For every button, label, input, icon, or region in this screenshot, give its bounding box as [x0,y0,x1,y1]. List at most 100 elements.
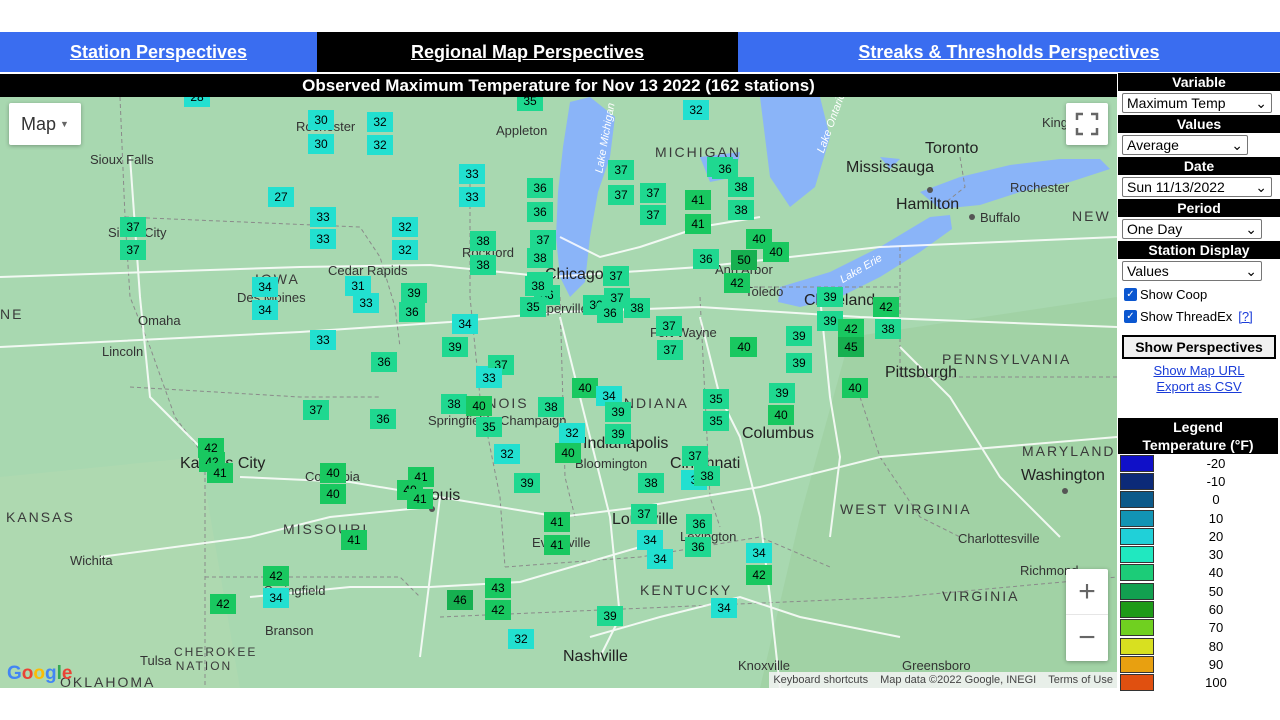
station-marker[interactable]: 41 [207,463,233,483]
station-marker[interactable]: 37 [640,205,666,225]
station-marker[interactable]: 27 [268,187,294,207]
station-marker[interactable]: 42 [838,319,864,339]
station-marker[interactable]: 38 [538,397,564,417]
station-marker[interactable]: 40 [555,443,581,463]
station-marker[interactable]: 32 [559,423,585,443]
tab-streaks-thresholds-perspectives[interactable]: Streaks & Thresholds Perspectives [738,32,1280,72]
station-marker[interactable]: 35 [520,297,546,317]
station-marker[interactable]: 40 [466,396,492,416]
station-marker[interactable]: 39 [401,283,427,303]
tab-station-perspectives[interactable]: Station Perspectives [0,32,317,72]
station-marker[interactable]: 39 [786,326,812,346]
station-marker[interactable]: 33 [459,164,485,184]
fullscreen-button[interactable] [1066,103,1108,145]
tab-regional-map-perspectives[interactable]: Regional Map Perspectives [317,32,738,72]
station-marker[interactable]: 41 [407,489,433,509]
station-marker[interactable]: 41 [685,190,711,210]
station-display-select[interactable]: Values ⌄ [1122,261,1262,281]
station-marker[interactable]: 36 [712,159,738,179]
station-marker[interactable]: 39 [786,353,812,373]
date-select[interactable]: Sun 11/13/2022 ⌄ [1122,177,1272,197]
station-marker[interactable]: 38 [624,298,650,318]
station-marker[interactable]: 40 [320,484,346,504]
station-marker[interactable]: 39 [514,473,540,493]
station-marker[interactable]: 42 [746,565,772,585]
station-marker[interactable]: 34 [252,300,278,320]
station-marker[interactable]: 36 [371,352,397,372]
station-marker[interactable]: 36 [685,537,711,557]
station-marker[interactable]: 38 [527,248,553,268]
station-marker[interactable]: 35 [703,389,729,409]
station-marker[interactable]: 39 [817,287,843,307]
station-marker[interactable]: 36 [597,303,623,323]
station-marker[interactable]: 37 [608,160,634,180]
station-marker[interactable]: 37 [120,217,146,237]
station-marker[interactable]: 42 [724,273,750,293]
station-marker[interactable]: 37 [656,316,682,336]
station-marker[interactable]: 36 [693,249,719,269]
station-marker[interactable]: 33 [310,330,336,350]
station-marker[interactable]: 38 [470,231,496,251]
variable-select[interactable]: Maximum Temp ⌄ [1122,93,1272,113]
station-marker[interactable]: 38 [875,319,901,339]
station-marker[interactable]: 37 [303,400,329,420]
station-marker[interactable]: 42 [263,566,289,586]
station-marker[interactable]: 36 [686,514,712,534]
station-marker[interactable]: 38 [728,177,754,197]
station-marker[interactable]: 37 [657,340,683,360]
station-marker[interactable]: 46 [447,590,473,610]
station-marker[interactable]: 43 [485,578,511,598]
station-marker[interactable]: 35 [517,97,543,111]
station-marker[interactable]: 36 [527,202,553,222]
station-marker[interactable]: 40 [731,337,757,357]
station-marker[interactable]: 39 [605,424,631,444]
station-marker[interactable]: 32 [508,629,534,649]
station-marker[interactable]: 33 [310,229,336,249]
keyboard-shortcuts-link[interactable]: Keyboard shortcuts [773,674,868,686]
station-marker[interactable]: 32 [392,240,418,260]
threadex-help-link[interactable]: [?] [1238,309,1252,324]
station-marker[interactable]: 41 [544,512,570,532]
station-marker[interactable]: 41 [685,214,711,234]
station-marker[interactable]: 36 [370,409,396,429]
station-marker[interactable]: 37 [631,504,657,524]
station-marker[interactable]: 50 [731,250,757,270]
map-canvas[interactable]: Sioux Falls Sioux City Rochester Appleto… [0,97,1117,688]
station-marker[interactable]: 34 [252,277,278,297]
station-marker[interactable]: 30 [308,134,334,154]
station-marker[interactable]: 40 [768,405,794,425]
station-marker[interactable]: 41 [544,535,570,555]
station-marker[interactable]: 38 [470,255,496,275]
station-marker[interactable]: 34 [647,549,673,569]
station-marker[interactable]: 39 [597,606,623,626]
station-marker[interactable]: 28 [184,97,210,107]
station-marker[interactable]: 32 [494,444,520,464]
station-marker[interactable]: 32 [367,112,393,132]
show-threadex-checkbox[interactable]: ✓ [1124,309,1137,323]
period-select[interactable]: One Day ⌄ [1122,219,1262,239]
station-marker[interactable]: 38 [525,276,551,296]
station-marker[interactable]: 38 [441,394,467,414]
export-csv-link[interactable]: Export as CSV [1118,379,1280,395]
station-marker[interactable]: 37 [682,446,708,466]
zoom-out-button[interactable]: − [1066,615,1108,661]
station-marker[interactable]: 40 [763,242,789,262]
station-marker[interactable]: 32 [367,135,393,155]
station-marker[interactable]: 37 [603,266,629,286]
station-marker[interactable]: 38 [728,200,754,220]
station-marker[interactable]: 37 [120,240,146,260]
station-marker[interactable]: 39 [769,383,795,403]
station-marker[interactable]: 37 [640,183,666,203]
station-marker[interactable]: 36 [527,178,553,198]
station-marker[interactable]: 33 [459,187,485,207]
station-marker[interactable]: 36 [399,302,425,322]
station-marker[interactable]: 33 [353,293,379,313]
station-marker[interactable]: 40 [842,378,868,398]
values-select[interactable]: Average ⌄ [1122,135,1248,155]
terms-of-use-link[interactable]: Terms of Use [1048,674,1113,686]
station-marker[interactable]: 34 [637,530,663,550]
zoom-in-button[interactable]: + [1066,569,1108,615]
station-marker[interactable]: 39 [442,337,468,357]
station-marker[interactable]: 37 [530,230,556,250]
show-map-url-link[interactable]: Show Map URL [1118,363,1280,379]
